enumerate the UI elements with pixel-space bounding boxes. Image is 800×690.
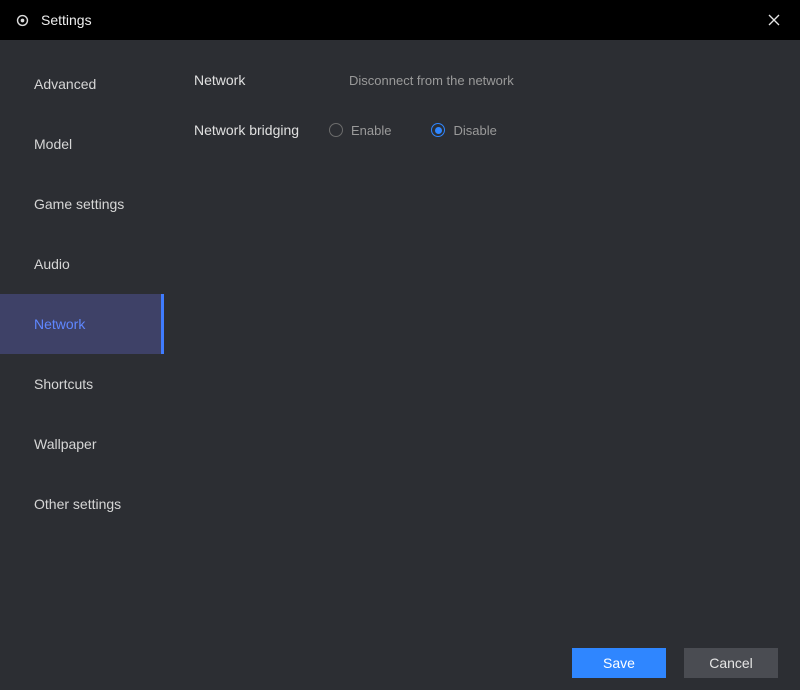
radio-off-icon xyxy=(329,123,343,137)
network-bridging-row: Network bridging Enable Disable xyxy=(194,122,770,138)
footer-buttons: Save Cancel xyxy=(572,648,778,678)
bridging-enable-label: Enable xyxy=(351,123,391,138)
cancel-button[interactable]: Cancel xyxy=(684,648,778,678)
save-button[interactable]: Save xyxy=(572,648,666,678)
bridging-disable-label: Disable xyxy=(453,123,496,138)
close-button[interactable] xyxy=(762,8,786,32)
sidebar-item-model[interactable]: Model xyxy=(0,114,164,174)
network-status-row: Network Disconnect from the network xyxy=(194,72,770,88)
settings-gear-icon xyxy=(14,12,31,29)
content-pane: Network Disconnect from the network Netw… xyxy=(164,40,800,690)
close-icon xyxy=(768,14,780,26)
sidebar-item-wallpaper[interactable]: Wallpaper xyxy=(0,414,164,474)
bridging-disable-radio[interactable]: Disable xyxy=(431,123,496,138)
sidebar-item-other-settings[interactable]: Other settings xyxy=(0,474,164,534)
network-bridging-label: Network bridging xyxy=(194,122,329,138)
sidebar: Advanced Model Game settings Audio Netwo… xyxy=(0,40,164,690)
network-status-value[interactable]: Disconnect from the network xyxy=(349,73,514,88)
sidebar-item-audio[interactable]: Audio xyxy=(0,234,164,294)
sidebar-item-advanced[interactable]: Advanced xyxy=(0,54,164,114)
radio-on-icon xyxy=(431,123,445,137)
bridging-radio-group: Enable Disable xyxy=(329,123,497,138)
network-label: Network xyxy=(194,72,329,88)
sidebar-item-game-settings[interactable]: Game settings xyxy=(0,174,164,234)
bridging-enable-radio[interactable]: Enable xyxy=(329,123,391,138)
window-title: Settings xyxy=(41,12,92,28)
sidebar-item-shortcuts[interactable]: Shortcuts xyxy=(0,354,164,414)
sidebar-item-network[interactable]: Network xyxy=(0,294,164,354)
title-bar: Settings xyxy=(0,0,800,40)
